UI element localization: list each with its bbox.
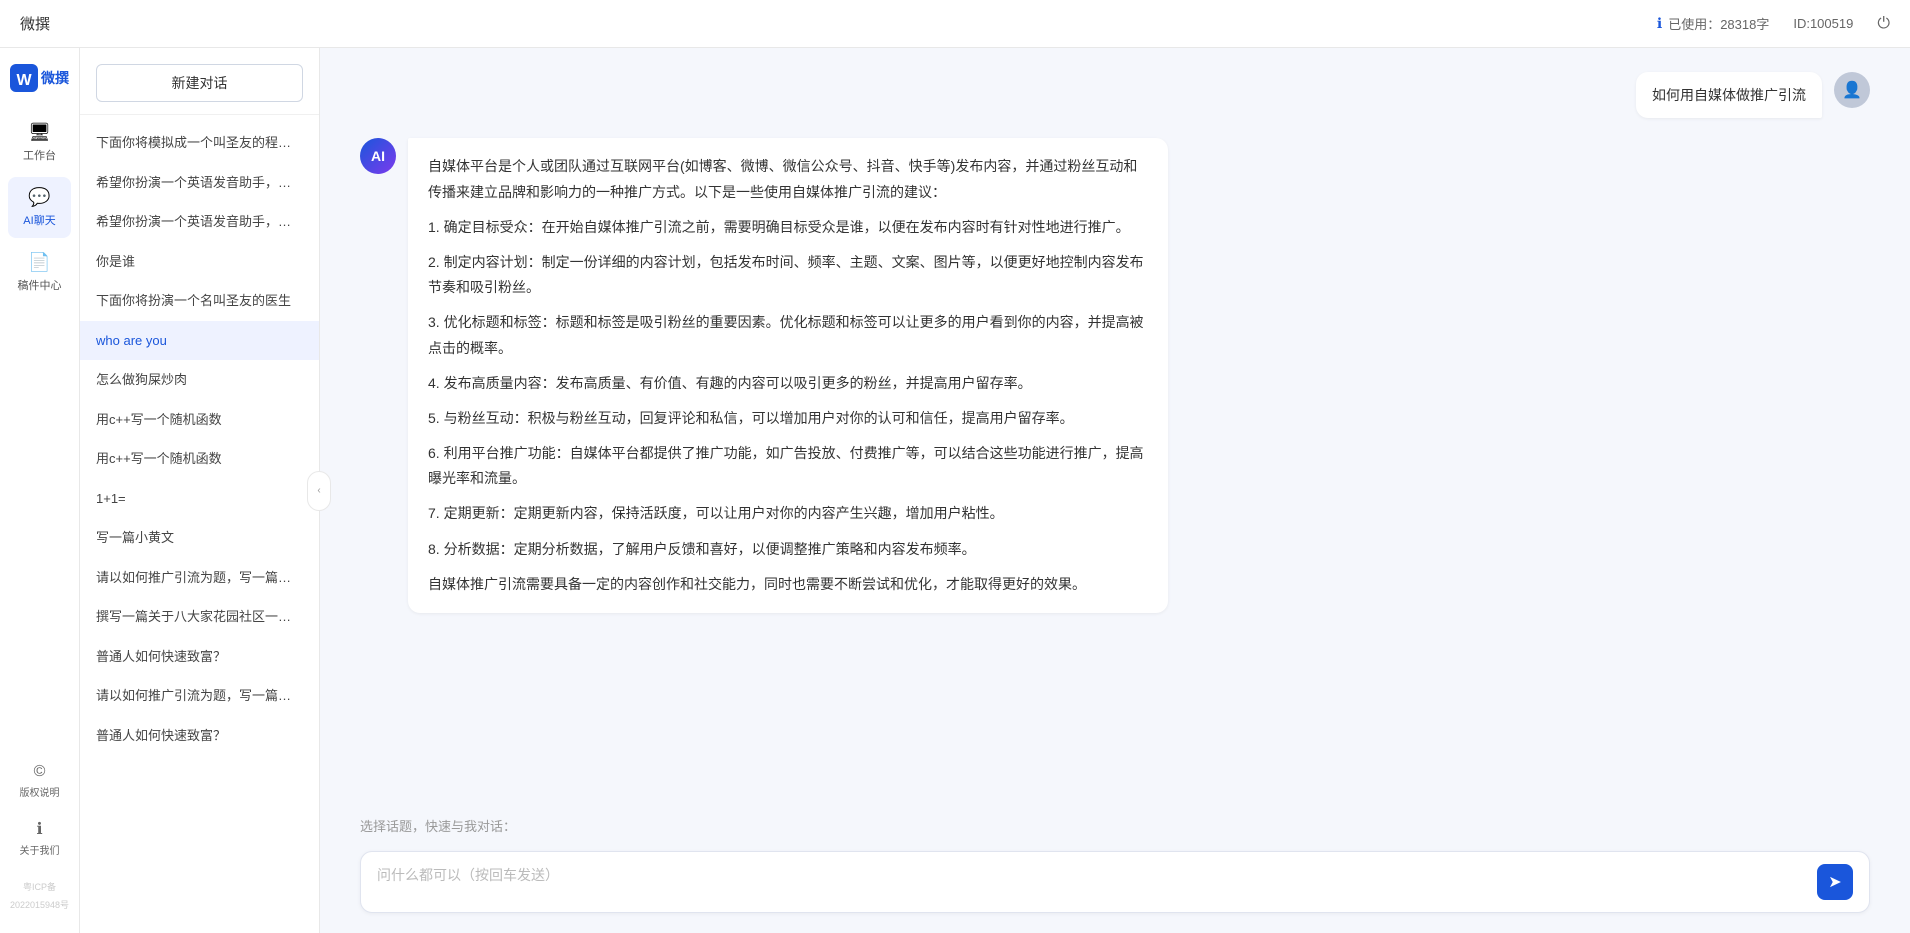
quick-topics-label: 选择话题，快速与我对话： [360, 819, 516, 834]
copyright-item[interactable]: © 版权说明 [8, 755, 71, 807]
ai-paragraph: 8. 分析数据：定期分析数据，了解用户反馈和喜好，以便调整推广策略和内容发布频率… [428, 537, 1148, 562]
chat-input[interactable] [377, 864, 1805, 900]
new-chat-button[interactable]: 新建对话 [96, 64, 303, 102]
send-button[interactable]: ➤ [1817, 864, 1853, 900]
ai-paragraph: 7. 定期更新：定期更新内容，保持活跃度，可以让用户对你的内容产生兴趣，增加用户… [428, 501, 1148, 526]
send-icon: ➤ [1828, 872, 1841, 892]
history-item[interactable]: 怎么做狗屎炒肉 [80, 360, 319, 400]
history-item[interactable]: 用c++写一个随机函数 [80, 439, 319, 479]
brand-logo: W 微撰 [10, 64, 70, 92]
nav-bottom: © 版权说明 ℹ 关于我们 粤ICP备2022015948号 [0, 755, 79, 933]
ai-chat-label: AI聊天 [23, 212, 55, 228]
history-item[interactable]: 用c++写一个随机函数 [80, 400, 319, 440]
usage-text: 已使用：28318字 [1668, 14, 1769, 33]
chat-input-area: ➤ [320, 839, 1910, 933]
drafts-label: 稿件中心 [18, 277, 62, 293]
history-item[interactable]: 请以如何推广引流为题，写一篇大纲 [80, 676, 319, 716]
history-item[interactable]: 下面你将扮演一个名叫圣友的医生 [80, 281, 319, 321]
sidebar-nav: W 微撰 🖥 工作台 💬 AI聊天 📄 稿件中心 © 版权说明 [0, 48, 80, 933]
workbench-label: 工作台 [23, 147, 56, 163]
ai-paragraph: 自媒体推广引流需要具备一定的内容创作和社交能力，同时也需要不断尝试和优化，才能取… [428, 572, 1148, 597]
nav-items: 🖥 工作台 💬 AI聊天 📄 稿件中心 [0, 112, 79, 755]
sidebar-collapse-button[interactable]: ‹ [307, 471, 331, 511]
ai-chat-icon: 💬 [28, 187, 50, 208]
drafts-icon: 📄 [28, 252, 50, 273]
sidebar-item-drafts[interactable]: 📄 稿件中心 [8, 242, 71, 303]
topbar-usage: ℹ 已使用：28318字 [1657, 14, 1769, 33]
sidebar-history: 新建对话 下面你将模拟成一个叫圣友的程序员，我说...希望你扮演一个英语发音助手… [80, 48, 320, 933]
ai-paragraph: 6. 利用平台推广功能：自媒体平台都提供了推广功能，如广告投放、付费推广等，可以… [428, 441, 1148, 491]
info-icon: ℹ [1657, 15, 1662, 32]
copyright-label: 版权说明 [20, 784, 60, 799]
svg-text:W: W [16, 72, 32, 89]
history-item[interactable]: 撰写一篇关于八大家花园社区一刻钟便民生... [80, 597, 319, 637]
ai-paragraph: 2. 制定内容计划：制定一份详细的内容计划，包括发布时间、频率、主题、文案、图片… [428, 250, 1148, 300]
history-list: 下面你将模拟成一个叫圣友的程序员，我说...希望你扮演一个英语发音助手，我提供给… [80, 115, 319, 933]
w-icon: W [10, 64, 38, 92]
user-message: 如何用自媒体做推广引流 👤 [360, 72, 1870, 118]
sidebar-item-workbench[interactable]: 🖥 工作台 [8, 112, 71, 173]
user-bubble: 如何用自媒体做推广引流 [1636, 72, 1822, 118]
app-body: W 微撰 🖥 工作台 💬 AI聊天 📄 稿件中心 © 版权说明 [0, 48, 1910, 933]
history-item[interactable]: who are you [80, 321, 319, 361]
history-item[interactable]: 写一篇小黄文 [80, 518, 319, 558]
history-item[interactable]: 普通人如何快速致富？ [80, 716, 319, 756]
ai-paragraph: 3. 优化标题和标签：标题和标签是吸引粉丝的重要因素。优化标题和标签可以让更多的… [428, 310, 1148, 360]
id-text: ID:100519 [1793, 16, 1853, 31]
power-button[interactable]: ⏻ [1877, 15, 1890, 33]
history-item[interactable]: 请以如何推广引流为题，写一篇大纲 [80, 558, 319, 598]
history-item[interactable]: 你是谁 [80, 242, 319, 282]
ai-paragraph: 1. 确定目标受众：在开始自媒体推广引流之前，需要明确目标受众是谁，以便在发布内… [428, 215, 1148, 240]
about-icon: ℹ [36, 819, 42, 839]
topbar: 微撰 ℹ 已使用：28318字 ID:100519 ⏻ [0, 0, 1910, 48]
topbar-right: ℹ 已使用：28318字 ID:100519 ⏻ [1657, 14, 1890, 33]
topbar-title: 微撰 [20, 13, 50, 34]
history-item[interactable]: 希望你扮演一个英语发音助手，我提供给你... [80, 202, 319, 242]
chat-input-wrapper: ➤ [360, 851, 1870, 913]
ai-avatar: AI [360, 138, 396, 174]
brand-name: 微撰 [41, 68, 69, 88]
user-avatar: 👤 [1834, 72, 1870, 108]
ai-paragraph: 5. 与粉丝互动：积极与粉丝互动，回复评论和私信，可以增加用户对你的认可和信任，… [428, 406, 1148, 431]
history-item[interactable]: 下面你将模拟成一个叫圣友的程序员，我说... [80, 123, 319, 163]
ai-paragraph: 自媒体平台是个人或团队通过互联网平台(如博客、微博、微信公众号、抖音、快手等)发… [428, 154, 1148, 204]
about-label: 关于我们 [20, 842, 60, 857]
quick-topics: 选择话题，快速与我对话： [320, 808, 1910, 839]
history-item[interactable]: 希望你扮演一个英语发音助手，我提供给你... [80, 163, 319, 203]
copyright-icon: © [34, 763, 46, 781]
ai-paragraph: 4. 发布高质量内容：发布高质量、有价值、有趣的内容可以吸引更多的粉丝，并提高用… [428, 371, 1148, 396]
workbench-icon: 🖥 [28, 122, 51, 143]
history-header: 新建对话 [80, 48, 319, 115]
history-item[interactable]: 1+1= [80, 479, 319, 519]
ai-bubble: 自媒体平台是个人或团队通过互联网平台(如博客、微博、微信公众号、抖音、快手等)发… [408, 138, 1168, 613]
history-item[interactable]: 普通人如何快速致富？ [80, 637, 319, 677]
icp-text: 粤ICP备2022015948号 [10, 882, 69, 910]
ai-message: AI 自媒体平台是个人或团队通过互联网平台(如博客、微博、微信公众号、抖音、快手… [360, 138, 1870, 613]
main-content: 如何用自媒体做推广引流 👤 AI 自媒体平台是个人或团队通过互联网平台(如博客、… [320, 48, 1910, 933]
sidebar-item-ai-chat[interactable]: 💬 AI聊天 [8, 177, 71, 238]
about-item[interactable]: ℹ 关于我们 [8, 811, 71, 865]
chat-messages: 如何用自媒体做推广引流 👤 AI 自媒体平台是个人或团队通过互联网平台(如博客、… [320, 48, 1910, 808]
